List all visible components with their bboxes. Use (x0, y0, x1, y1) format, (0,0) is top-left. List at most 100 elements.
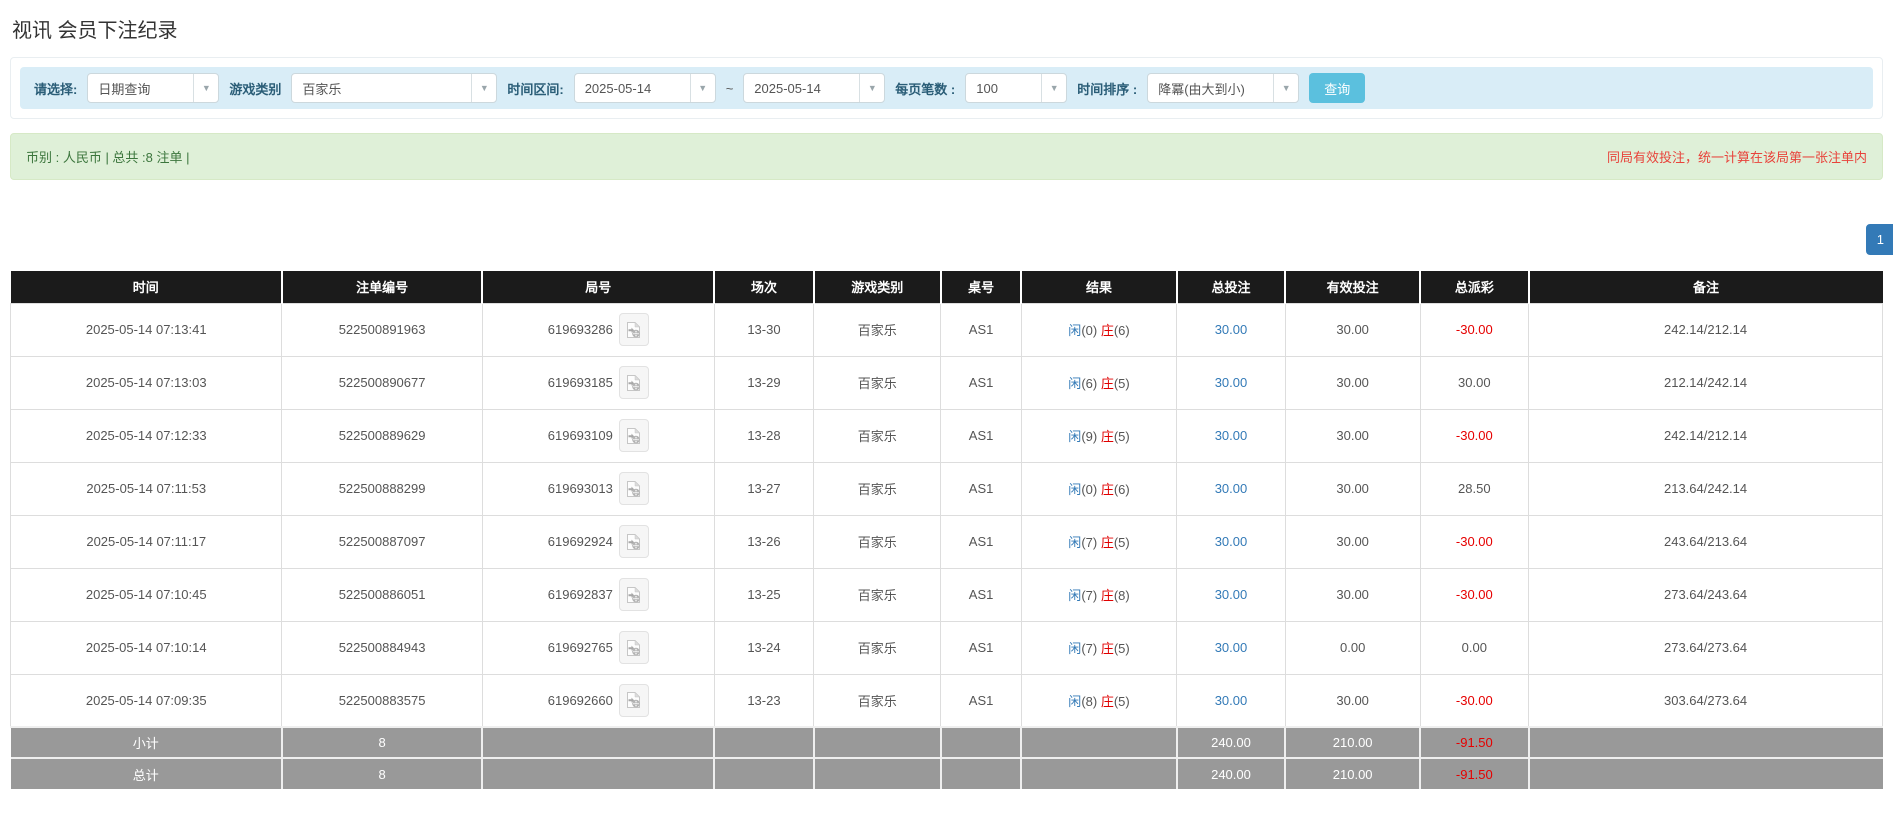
filter-bar: 请选择: 日期查询 ▼ 游戏类别 百家乐 ▼ 时间区间: 2025-05-14 … (20, 67, 1873, 109)
result-banker-score: (5) (1113, 535, 1130, 550)
result-banker-score: (6) (1113, 482, 1130, 497)
column-header: 局号 (482, 271, 716, 303)
payout-cell: -30.00 (1419, 514, 1530, 569)
video-replay-button[interactable] (618, 578, 649, 611)
total-bet-cell[interactable]: 30.00 (1176, 673, 1286, 728)
total-bet-cell[interactable]: 30.00 (1176, 514, 1286, 569)
column-header: 备注 (1528, 271, 1883, 303)
column-header: 游戏类别 (813, 271, 942, 303)
game-category-cell: 百家乐 (813, 514, 942, 569)
result-banker-label: 庄 (1100, 429, 1114, 444)
search-button[interactable]: 查询 (1309, 73, 1366, 103)
round-number: 619692660 (547, 692, 613, 708)
result-player-label: 闲 (1068, 693, 1082, 709)
result-banker-label: 庄 (1100, 323, 1114, 338)
result-cell: 闲(7) 庄(5) (1020, 620, 1178, 675)
valid-bet-cell: 30.00 (1284, 408, 1421, 463)
total-bet-link[interactable]: 30.00 (1215, 428, 1248, 443)
footer-label-cell: 小计 (10, 726, 283, 758)
footer-empty-cell (1021, 726, 1178, 758)
total-bet-cell[interactable]: 30.00 (1176, 567, 1286, 622)
bet-number-cell: 522500884943 (281, 620, 483, 675)
query-type-label: 请选择: (34, 81, 78, 97)
total-bet-link[interactable]: 30.00 (1215, 693, 1248, 708)
table-number-cell: AS1 (940, 514, 1022, 569)
result-cell: 闲(0) 庄(6) (1020, 302, 1178, 357)
total-bet-link[interactable]: 30.00 (1215, 534, 1248, 549)
game-category-cell: 百家乐 (813, 461, 942, 516)
table-row: 2025-05-14 07:10:14 522500884943 619692765… (9, 620, 1883, 675)
footer-empty-cell (714, 726, 815, 758)
result-banker-label: 庄 (1100, 535, 1114, 550)
total-bet-cell[interactable]: 30.00 (1176, 620, 1286, 675)
video-replay-button[interactable] (618, 366, 649, 399)
total-bet-link[interactable]: 30.00 (1215, 375, 1248, 390)
total-bet-cell[interactable]: 30.00 (1176, 302, 1286, 357)
round-number-wrap: 619693013 (548, 472, 649, 505)
footer-valid-bet-cell: 210.00 (1285, 726, 1422, 758)
total-bet-link[interactable]: 30.00 (1215, 481, 1248, 496)
game-category-label: 游戏类别 (229, 81, 282, 97)
video-replay-button[interactable] (618, 683, 649, 717)
total-bet-link[interactable]: 30.00 (1215, 587, 1248, 602)
result-cell: 闲(9) 庄(5) (1020, 408, 1178, 463)
page: 视讯 会员下注纪录 请选择: 日期查询 ▼ 游戏类别 百家乐 ▼ 时间区间: 2… (0, 0, 1893, 789)
total-bet-cell[interactable]: 30.00 (1176, 355, 1286, 410)
summary-bar: 币别 : 人民币 | 总共 :8 注单 | 同局有效投注，统一计算在该局第一张注… (10, 133, 1883, 180)
video-replay-button[interactable] (618, 472, 649, 505)
column-header: 有效投注 (1285, 271, 1422, 303)
footer-empty-cell (1528, 726, 1883, 758)
bet-time-cell: 2025-05-14 07:09:35 (9, 673, 283, 728)
round-number-wrap: 619692924 (548, 525, 649, 558)
page-size-select[interactable]: 100 ▼ (965, 73, 1068, 103)
payout-cell: 30.00 (1419, 355, 1530, 410)
total-bet-link[interactable]: 30.00 (1215, 640, 1248, 655)
table-number-cell: AS1 (940, 673, 1022, 728)
time-sort-label: 时间排序 : (1077, 81, 1138, 97)
result-banker-label: 庄 (1100, 482, 1114, 497)
result-player-score: (8) (1081, 693, 1101, 709)
column-header: 总派彩 (1420, 271, 1530, 303)
video-replay-button[interactable] (618, 313, 649, 346)
result-player-label: 闲 (1068, 641, 1082, 656)
payout-cell: -30.00 (1419, 673, 1530, 728)
round-number: 619692924 (547, 534, 613, 549)
table-row: 2025-05-14 07:09:35 522500883575 619692660… (9, 673, 1883, 728)
footer-empty-cell (940, 726, 1023, 758)
bet-number-cell: 522500891963 (281, 302, 483, 357)
date-to-value: 2025-05-14 (754, 80, 821, 96)
query-type-value: 日期查询 (98, 81, 151, 97)
date-from-select[interactable]: 2025-05-14 ▼ (573, 73, 716, 103)
pagination-page-1-button[interactable]: 1 (1865, 224, 1893, 255)
result-cell: 闲(7) 庄(8) (1020, 567, 1178, 622)
result-player-label: 闲 (1068, 376, 1082, 391)
query-type-select[interactable]: 日期查询 ▼ (87, 73, 220, 103)
game-category-select[interactable]: 百家乐 ▼ (291, 73, 498, 103)
result-player-label: 闲 (1068, 429, 1082, 444)
footer-empty-cell (714, 757, 815, 789)
total-bet-link[interactable]: 30.00 (1215, 322, 1248, 337)
total-bet-cell[interactable]: 30.00 (1176, 408, 1286, 463)
time-sort-select[interactable]: 降冪(由大到小) ▼ (1147, 73, 1300, 103)
chevron-down-icon: ▼ (689, 74, 715, 102)
result-cell: 闲(7) 庄(5) (1020, 514, 1178, 569)
round-number-cell: 619693013 (481, 461, 715, 516)
round-number: 619693185 (547, 375, 613, 390)
video-replay-button[interactable] (618, 631, 649, 664)
result-cell: 闲(0) 庄(6) (1020, 461, 1178, 516)
table-row: 2025-05-14 07:13:41 522500891963 619693286… (9, 302, 1883, 357)
video-film-icon (627, 321, 641, 338)
payout-cell: -30.00 (1419, 408, 1530, 463)
video-film-icon (627, 586, 641, 603)
chevron-down-icon: ▼ (859, 74, 884, 102)
video-replay-button[interactable] (618, 419, 649, 452)
video-replay-button[interactable] (618, 525, 649, 558)
result-banker-score: (8) (1113, 588, 1130, 603)
total-bet-cell[interactable]: 30.00 (1176, 461, 1286, 516)
footer-count-cell: 8 (281, 726, 484, 758)
video-film-icon (627, 639, 641, 656)
date-to-select[interactable]: 2025-05-14 ▼ (743, 73, 886, 103)
round-number-cell: 619692765 (481, 620, 715, 675)
bet-number-cell: 522500888299 (281, 461, 483, 516)
column-header: 结果 (1021, 271, 1178, 303)
